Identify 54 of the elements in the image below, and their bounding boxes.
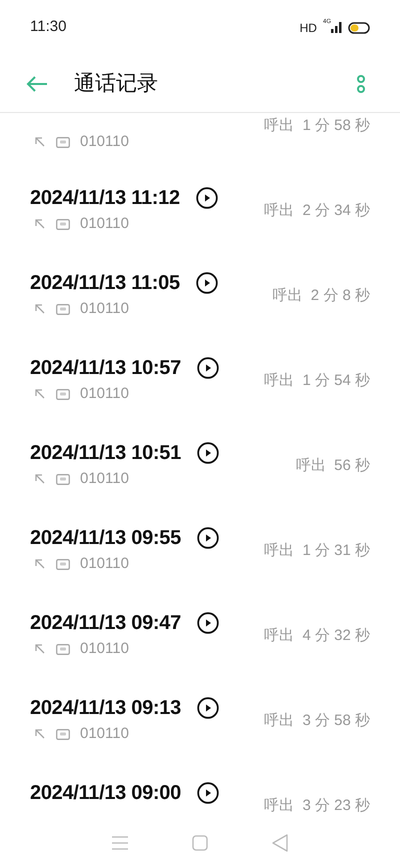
play-icon[interactable] (196, 357, 219, 379)
phone-number: 010110 (80, 299, 129, 319)
call-time: 2024/11/13 11:12 (30, 186, 180, 211)
play-icon[interactable] (196, 782, 219, 804)
call-time: 2024/11/13 09:13 (30, 696, 181, 721)
outgoing-arrow-icon (35, 644, 45, 654)
phone-number: 010110 (80, 132, 129, 152)
sim-card-icon (56, 728, 70, 740)
call-duration: 呼出 4 分 32 秒 (264, 626, 370, 646)
phone-number: 010110 (80, 639, 129, 659)
phone-number: 010110 (80, 384, 129, 404)
outgoing-arrow-icon (35, 137, 45, 148)
hd-label: HD (300, 20, 317, 36)
play-icon[interactable] (196, 612, 219, 634)
phone-number: 010110 (80, 469, 129, 489)
play-icon[interactable] (196, 272, 218, 294)
outgoing-arrow-icon (35, 304, 45, 314)
outgoing-arrow-icon (35, 389, 45, 400)
battery-icon (348, 22, 370, 34)
play-icon[interactable] (196, 697, 219, 719)
sim-card-icon (56, 388, 70, 400)
outgoing-arrow-icon (35, 559, 45, 570)
call-time: 2024/11/13 09:55 (30, 526, 181, 551)
call-time: 2024/11/13 09:00 (30, 781, 181, 806)
page-title: 通话记录 (74, 70, 158, 97)
sim-card-icon (56, 558, 70, 570)
sim-card-icon (56, 474, 70, 485)
outgoing-arrow-icon (35, 219, 45, 230)
call-duration: 呼出 3 分 23 秒 (264, 796, 370, 816)
call-duration: 呼出 2 分 34 秒 (264, 201, 370, 221)
call-time: 2024/11/13 09:47 (30, 611, 181, 636)
call-duration: 呼出 1 分 58 秒 (264, 116, 370, 136)
status-time: 11:30 (30, 17, 66, 38)
call-duration: 呼出 2 分 8 秒 (272, 286, 370, 306)
sim-card-icon (56, 218, 70, 230)
sim-card-icon (56, 644, 70, 655)
call-time: 2024/11/13 10:51 (30, 441, 181, 466)
call-duration: 呼出 56 秒 (296, 456, 370, 476)
phone-number: 010110 (80, 554, 129, 574)
call-time: 2024/11/13 10:57 (30, 356, 181, 381)
outgoing-arrow-icon (35, 474, 45, 484)
call-duration: 呼出 1 分 31 秒 (264, 541, 370, 561)
play-icon[interactable] (196, 442, 219, 464)
phone-number: 010110 (80, 214, 129, 234)
sim-card-icon (56, 304, 70, 315)
outgoing-arrow-icon (35, 729, 45, 740)
call-duration: 呼出 3 分 58 秒 (264, 711, 370, 731)
play-icon[interactable] (196, 187, 218, 209)
phone-number: 010110 (80, 724, 129, 744)
sim-card-icon (56, 136, 70, 148)
call-time: 2024/11/13 11:05 (30, 271, 180, 296)
call-duration: 呼出 1 分 54 秒 (264, 371, 370, 391)
signal-icon (331, 22, 343, 33)
play-icon[interactable] (196, 527, 219, 549)
